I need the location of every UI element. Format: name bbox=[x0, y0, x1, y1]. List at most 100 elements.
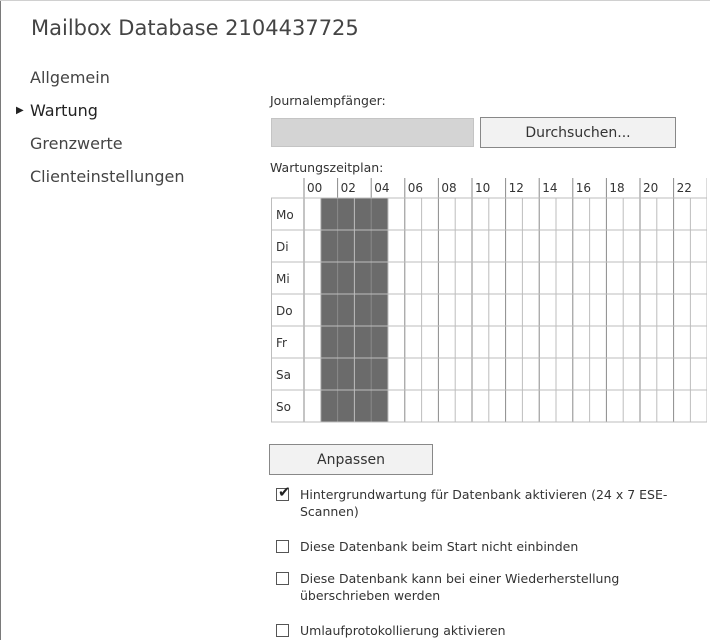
schedule-cell[interactable] bbox=[438, 230, 455, 262]
schedule-cell[interactable] bbox=[674, 262, 691, 294]
schedule-cell[interactable] bbox=[606, 358, 623, 390]
schedule-cell[interactable] bbox=[573, 326, 590, 358]
schedule-cell[interactable] bbox=[657, 198, 674, 230]
schedule-cell[interactable] bbox=[522, 198, 539, 230]
schedule-cell[interactable] bbox=[522, 294, 539, 326]
schedule-cell[interactable] bbox=[320, 262, 338, 294]
circular-logging-checkbox[interactable] bbox=[276, 624, 289, 637]
schedule-cell[interactable] bbox=[320, 390, 338, 422]
schedule-cell[interactable] bbox=[405, 326, 422, 358]
schedule-cell[interactable] bbox=[438, 358, 455, 390]
sidebar-item-allgemein[interactable]: Allgemein bbox=[16, 68, 185, 101]
schedule-cell[interactable] bbox=[405, 358, 422, 390]
schedule-cell[interactable] bbox=[405, 262, 422, 294]
schedule-cell[interactable] bbox=[320, 326, 338, 358]
schedule-cell[interactable] bbox=[690, 230, 707, 262]
schedule-cell[interactable] bbox=[657, 390, 674, 422]
schedule-cell[interactable] bbox=[640, 294, 657, 326]
schedule-cell[interactable] bbox=[472, 358, 489, 390]
schedule-cell[interactable] bbox=[556, 198, 573, 230]
schedule-cell[interactable] bbox=[657, 230, 674, 262]
schedule-cell[interactable] bbox=[472, 390, 489, 422]
schedule-cell[interactable] bbox=[506, 390, 523, 422]
schedule-cell[interactable] bbox=[422, 326, 439, 358]
schedule-cell[interactable] bbox=[674, 294, 691, 326]
schedule-cell[interactable] bbox=[337, 358, 355, 390]
schedule-cell[interactable] bbox=[556, 326, 573, 358]
overwrite-on-restore-checkbox[interactable] bbox=[276, 572, 289, 585]
schedule-cell[interactable] bbox=[690, 198, 707, 230]
schedule-cell[interactable] bbox=[455, 358, 472, 390]
journal-recipient-field[interactable] bbox=[271, 118, 474, 147]
schedule-cell[interactable] bbox=[455, 390, 472, 422]
schedule-cell[interactable] bbox=[623, 358, 640, 390]
schedule-cell[interactable] bbox=[405, 198, 422, 230]
schedule-cell[interactable] bbox=[556, 358, 573, 390]
schedule-cell[interactable] bbox=[388, 294, 405, 326]
schedule-cell[interactable] bbox=[674, 198, 691, 230]
schedule-cell[interactable] bbox=[640, 198, 657, 230]
schedule-cell[interactable] bbox=[690, 326, 707, 358]
schedule-cell[interactable] bbox=[623, 326, 640, 358]
schedule-cell[interactable] bbox=[455, 326, 472, 358]
sidebar-item-grenzwerte[interactable]: Grenzwerte bbox=[16, 134, 185, 167]
schedule-cell[interactable] bbox=[371, 358, 388, 390]
schedule-cell[interactable] bbox=[657, 262, 674, 294]
schedule-cell[interactable] bbox=[438, 262, 455, 294]
schedule-cell[interactable] bbox=[573, 390, 590, 422]
schedule-cell[interactable] bbox=[556, 294, 573, 326]
schedule-cell[interactable] bbox=[522, 326, 539, 358]
schedule-cell[interactable] bbox=[640, 230, 657, 262]
sidebar-item-wartung[interactable]: ▶ Wartung bbox=[16, 101, 185, 134]
schedule-cell[interactable] bbox=[674, 230, 691, 262]
schedule-cell[interactable] bbox=[304, 326, 321, 358]
schedule-cell[interactable] bbox=[354, 294, 372, 326]
schedule-cell[interactable] bbox=[320, 358, 338, 390]
schedule-cell[interactable] bbox=[606, 294, 623, 326]
schedule-cell[interactable] bbox=[304, 230, 321, 262]
schedule-cell[interactable] bbox=[455, 198, 472, 230]
schedule-cell[interactable] bbox=[422, 198, 439, 230]
schedule-cell[interactable] bbox=[388, 198, 405, 230]
schedule-cell[interactable] bbox=[405, 390, 422, 422]
schedule-cell[interactable] bbox=[320, 198, 338, 230]
schedule-cell[interactable] bbox=[489, 198, 506, 230]
schedule-cell[interactable] bbox=[674, 390, 691, 422]
schedule-cell[interactable] bbox=[422, 358, 439, 390]
schedule-cell[interactable] bbox=[573, 262, 590, 294]
schedule-cell[interactable] bbox=[690, 294, 707, 326]
schedule-cell[interactable] bbox=[304, 262, 321, 294]
schedule-cell[interactable] bbox=[354, 390, 372, 422]
schedule-cell[interactable] bbox=[388, 390, 405, 422]
schedule-cell[interactable] bbox=[674, 326, 691, 358]
schedule-cell[interactable] bbox=[489, 230, 506, 262]
schedule-cell[interactable] bbox=[337, 326, 355, 358]
schedule-cell[interactable] bbox=[539, 198, 556, 230]
customize-button[interactable]: Anpassen bbox=[269, 444, 433, 475]
schedule-cell[interactable] bbox=[590, 390, 607, 422]
schedule-cell[interactable] bbox=[472, 198, 489, 230]
schedule-cell[interactable] bbox=[422, 230, 439, 262]
schedule-cell[interactable] bbox=[337, 294, 355, 326]
schedule-cell[interactable] bbox=[640, 358, 657, 390]
schedule-cell[interactable] bbox=[438, 294, 455, 326]
schedule-cell[interactable] bbox=[489, 326, 506, 358]
schedule-cell[interactable] bbox=[573, 230, 590, 262]
schedule-cell[interactable] bbox=[371, 198, 388, 230]
schedule-cell[interactable] bbox=[438, 326, 455, 358]
schedule-cell[interactable] bbox=[320, 230, 338, 262]
schedule-cell[interactable] bbox=[388, 230, 405, 262]
schedule-cell[interactable] bbox=[438, 390, 455, 422]
schedule-cell[interactable] bbox=[522, 262, 539, 294]
schedule-cell[interactable] bbox=[606, 390, 623, 422]
schedule-cell[interactable] bbox=[506, 294, 523, 326]
schedule-cell[interactable] bbox=[590, 326, 607, 358]
schedule-cell[interactable] bbox=[606, 230, 623, 262]
schedule-cell[interactable] bbox=[640, 262, 657, 294]
schedule-cell[interactable] bbox=[304, 390, 321, 422]
schedule-cell[interactable] bbox=[522, 358, 539, 390]
schedule-cell[interactable] bbox=[506, 358, 523, 390]
schedule-cell[interactable] bbox=[304, 294, 321, 326]
no-mount-on-startup-checkbox[interactable] bbox=[276, 540, 289, 553]
schedule-cell[interactable] bbox=[623, 262, 640, 294]
